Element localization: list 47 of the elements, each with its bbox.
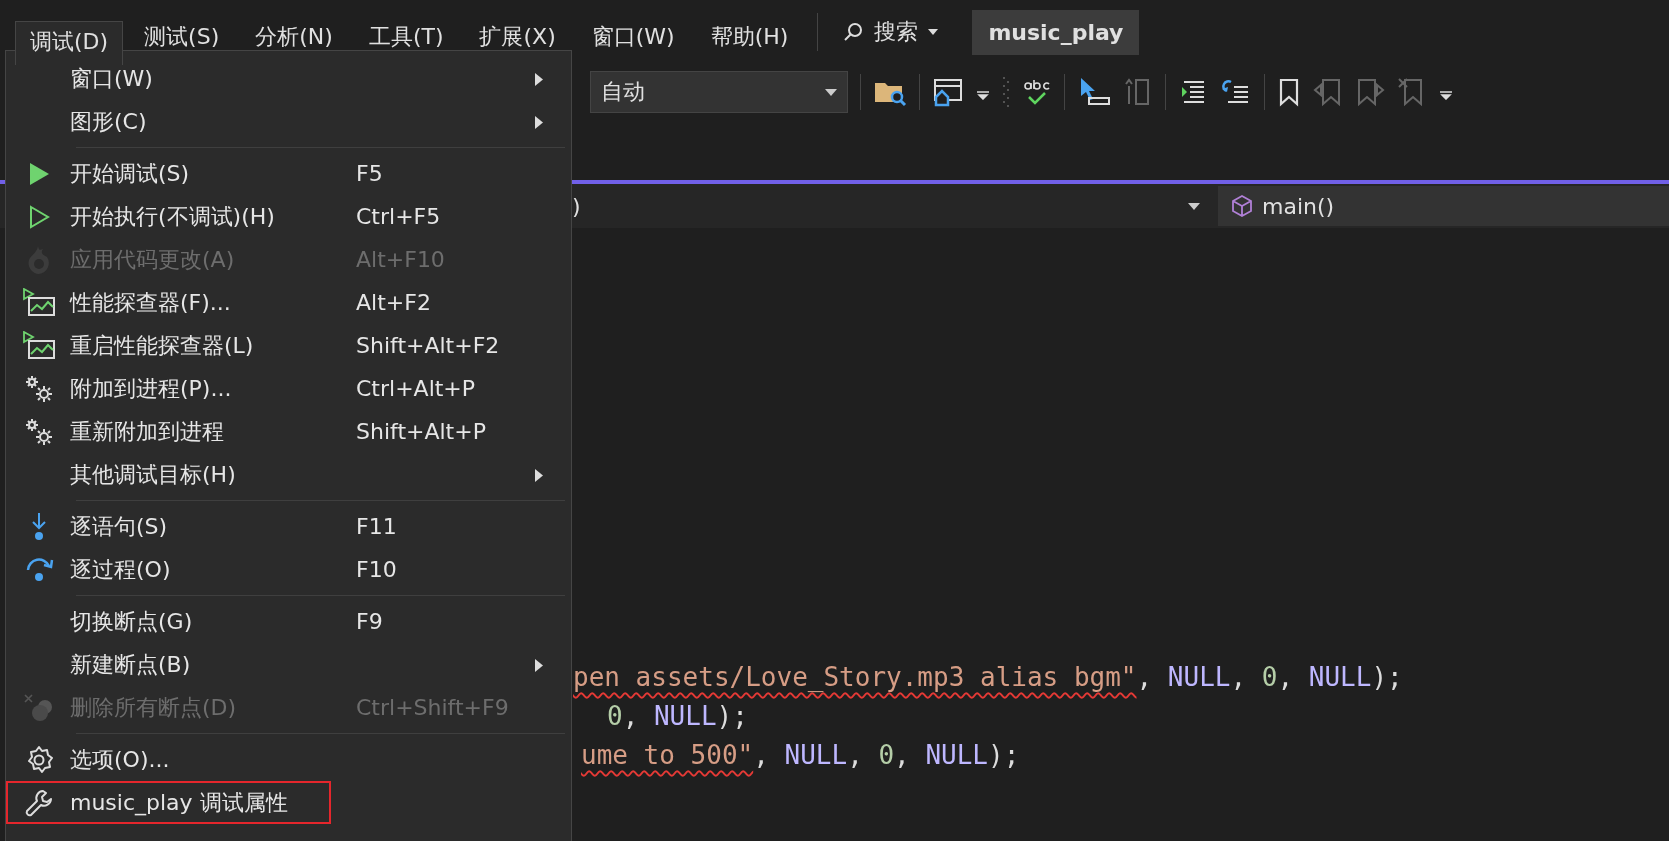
- submenu-arrow-icon: [535, 469, 543, 482]
- function-dropdown[interactable]: main(): [1218, 186, 1669, 226]
- bookmark-icon[interactable]: [1277, 77, 1301, 107]
- menu-bar-item[interactable]: 调试(D): [15, 21, 124, 65]
- menu-item[interactable]: 逐语句(S) F11: [6, 505, 567, 548]
- cube-icon: [1230, 194, 1254, 218]
- performance-chart-icon: [22, 287, 56, 318]
- configuration-dropdown[interactable]: 自动: [590, 71, 848, 113]
- caret-icon: [825, 88, 837, 96]
- submenu-arrow-icon: [535, 659, 543, 672]
- wrench-icon: [24, 787, 54, 818]
- menu-item[interactable]: 选项(O)...: [6, 738, 567, 781]
- play-outline-icon: [28, 204, 50, 229]
- menu-item[interactable]: music_play 调试属性: [6, 781, 331, 824]
- delete-breakpoints-icon: [23, 692, 55, 723]
- menu-item[interactable]: 新建断点(B): [6, 643, 567, 686]
- submenu-arrow-icon: [535, 116, 543, 129]
- search-button[interactable]: 搜索: [832, 13, 949, 51]
- previous-bookmark-icon[interactable]: [1313, 77, 1343, 107]
- code-line: ume to 500", NULL, 0, NULL);: [580, 739, 1021, 772]
- menu-item[interactable]: 逐过程(O) F10: [6, 548, 567, 591]
- next-bookmark-icon[interactable]: [1355, 77, 1385, 107]
- search-icon: [842, 21, 865, 43]
- gears-icon: [24, 373, 54, 404]
- performance-chart-icon: [22, 330, 56, 361]
- code-line: pen assets/Love_Story.mp3 alias bgm", NULL, 0, NULL);: [573, 661, 1404, 694]
- play-icon: [28, 161, 50, 186]
- menu-item[interactable]: 性能探查器(F)... Alt+F2: [6, 281, 567, 324]
- menu-item[interactable]: 重启性能探查器(L) Shift+Alt+F2: [6, 324, 567, 367]
- caret-icon: [928, 29, 939, 35]
- menu-item[interactable]: 其他调试目标(H): [6, 453, 567, 496]
- project-title: music_play: [972, 9, 1140, 55]
- menu-bar-item[interactable]: 窗口(W): [576, 18, 690, 58]
- menu-item[interactable]: 切换断点(G) F9: [6, 600, 567, 643]
- menu-bar-item[interactable]: 帮助(H): [695, 18, 804, 58]
- menu-item[interactable]: 图形(C): [6, 100, 567, 143]
- spell-check-icon[interactable]: [1022, 77, 1052, 107]
- code-line: 0, NULL);: [606, 700, 749, 733]
- caret-icon: [1188, 202, 1200, 210]
- window-home-icon[interactable]: [932, 77, 964, 107]
- menu-item[interactable]: 附加到进程(P)... Ctrl+Alt+P: [6, 367, 567, 410]
- step-over-icon: [24, 555, 54, 584]
- gears-icon: [24, 416, 54, 447]
- step-into-icon: [29, 511, 49, 542]
- grip-icon: [1002, 75, 1010, 109]
- menu-item[interactable]: 重新附加到进程 Shift+Alt+P: [6, 410, 567, 453]
- submenu-arrow-icon: [535, 73, 543, 86]
